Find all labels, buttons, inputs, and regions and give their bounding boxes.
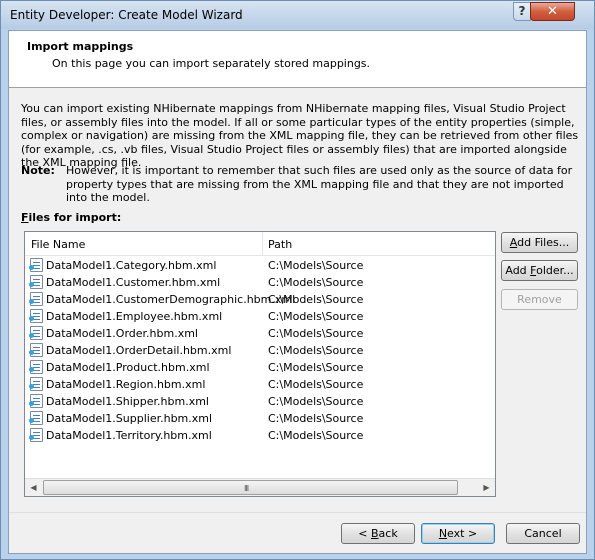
table-row[interactable]: DataModel1.Region.hbm.xml C:\Models\Sourc… [25,376,495,393]
row-path: C:\Models\Source [268,361,364,374]
xml-file-icon [29,309,43,323]
table-row[interactable]: DataModel1.Employee.hbm.xml C:\Models\Sou… [25,308,495,325]
add-folder-button[interactable]: Add Folder... [501,260,578,281]
xml-file-icon [29,292,43,306]
page-header: Import mappings On this page you can imp… [9,31,586,88]
row-path: C:\Models\Source [268,293,364,306]
table-row[interactable]: DataModel1.Customer.hbm.xml C:\Models\Sou… [25,274,495,291]
row-file-name: DataModel1.Territory.hbm.xml [46,429,212,442]
next-button[interactable]: Next > [421,523,495,544]
horizontal-scrollbar[interactable]: ◀ III ▶ [25,478,495,496]
page-title: Import mappings [27,40,134,53]
row-file-name: DataModel1.OrderDetail.hbm.xml [46,344,232,357]
xml-file-icon [29,377,43,391]
files-listview[interactable]: File Name Path DataModel1.Category.hbm.x… [24,231,496,497]
grip-icon: III [244,484,249,493]
row-file-name: DataModel1.Shipper.hbm.xml [46,395,209,408]
help-button[interactable]: ? [513,2,531,21]
xml-file-icon [29,428,43,442]
button-bar-separator [9,512,586,513]
xml-file-icon [29,326,43,340]
close-button[interactable]: ✕ [530,2,575,21]
row-file-name: DataModel1.Employee.hbm.xml [46,310,223,323]
row-file-name: DataModel1.Category.hbm.xml [46,259,217,272]
wizard-window: Entity Developer: Create Model Wizard ? … [0,0,595,560]
row-path: C:\Models\Source [268,378,364,391]
row-path: C:\Models\Source [268,327,364,340]
xml-file-icon [29,360,43,374]
table-row[interactable]: DataModel1.Category.hbm.xml C:\Models\Sou… [25,257,495,274]
table-row[interactable]: DataModel1.OrderDetail.hbm.xml C:\Models\… [25,342,495,359]
row-file-name: DataModel1.Supplier.hbm.xml [46,412,213,425]
note-text: However, it is important to remember tha… [66,164,573,205]
files-for-import-label: Files for import: [21,211,122,224]
xml-file-icon [29,258,43,272]
column-header-file-name[interactable]: File Name [31,238,85,251]
window-title: Entity Developer: Create Model Wizard [10,8,243,22]
cancel-button[interactable]: Cancel [506,523,580,544]
xml-file-icon [29,343,43,357]
table-row[interactable]: DataModel1.Product.hbm.xml C:\Models\Sour… [25,359,495,376]
row-file-name: DataModel1.Region.hbm.xml [46,378,206,391]
table-row[interactable]: DataModel1.CustomerDemographic.hbm.xml C:… [25,291,495,308]
row-file-name: DataModel1.Product.hbm.xml [46,361,210,374]
table-row[interactable]: DataModel1.Order.hbm.xml C:\Models\Source [25,325,495,342]
scroll-thumb[interactable]: III [43,480,458,495]
scroll-left-arrow-icon[interactable]: ◀ [25,479,42,496]
title-bar[interactable]: Entity Developer: Create Model Wizard ? … [1,1,594,29]
row-file-name: DataModel1.Order.hbm.xml [46,327,198,340]
wizard-client-area: Import mappings On this page you can imp… [8,30,587,554]
xml-file-icon [29,275,43,289]
remove-button[interactable]: Remove [501,289,578,310]
add-files-button[interactable]: Add Files... [501,232,578,253]
row-path: C:\Models\Source [268,344,364,357]
back-button[interactable]: < Back [341,523,415,544]
row-path: C:\Models\Source [268,276,364,289]
column-header-path[interactable]: Path [268,238,292,251]
row-path: C:\Models\Source [268,412,364,425]
scroll-right-arrow-icon[interactable]: ▶ [478,479,495,496]
table-row[interactable]: DataModel1.Shipper.hbm.xml C:\Models\Sour… [25,393,495,410]
note-label: Note: [21,164,55,177]
description-text: You can import existing NHibernate mappi… [21,102,579,170]
listview-header: File Name Path [25,232,495,256]
xml-file-icon [29,394,43,408]
table-row[interactable]: DataModel1.Supplier.hbm.xml C:\Models\Sou… [25,410,495,427]
row-path: C:\Models\Source [268,259,364,272]
row-path: C:\Models\Source [268,429,364,442]
xml-file-icon [29,411,43,425]
row-path: C:\Models\Source [268,395,364,408]
row-file-name: DataModel1.Customer.hbm.xml [46,276,221,289]
row-file-name: DataModel1.CustomerDemographic.hbm.xml [46,293,296,306]
page-subtitle: On this page you can import separately s… [52,57,371,70]
column-separator[interactable] [262,232,263,255]
table-row[interactable]: DataModel1.Territory.hbm.xml C:\Models\So… [25,427,495,444]
row-path: C:\Models\Source [268,310,364,323]
